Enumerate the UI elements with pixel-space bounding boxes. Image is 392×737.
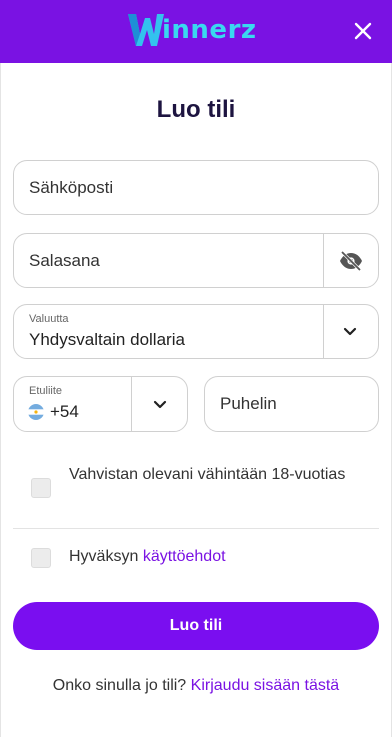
w-logo-icon [128,14,164,46]
page-title: Luo tili [156,96,236,123]
logo-text: innerz [162,15,257,45]
chevron-down-icon [343,327,357,336]
phone-prefix-value: +54 [50,402,79,421]
terms-link[interactable]: käyttöehdot [143,548,226,565]
terms-prefix: Hyväksyn [69,548,139,565]
login-question: Onko sinulla jo tili? [52,677,187,694]
phone-prefix-label: Etuliite [29,385,63,397]
email-input[interactable] [29,161,309,214]
phone-input[interactable] [220,377,370,431]
terms-label: Hyväksyn käyttöehdot [69,545,226,569]
divider [13,528,379,529]
phone-field-container [204,376,379,432]
eye-slash-icon[interactable] [339,250,363,272]
phone-prefix-divider [131,377,132,431]
argentina-flag-icon [28,404,44,420]
frame-border-left [0,63,1,737]
password-field-container [13,233,379,288]
email-field-container [13,160,379,215]
winnerz-logo[interactable]: innerz [126,10,257,50]
create-account-button[interactable]: Luo tili [13,602,379,650]
currency-label: Valuutta [29,313,69,325]
chevron-down-icon [153,400,167,409]
age-confirm-checkbox[interactable] [31,478,51,498]
password-input[interactable] [29,234,309,287]
login-link[interactable]: Kirjaudu sisään tästä [191,677,340,694]
currency-select[interactable]: Valuutta Yhdysvaltain dollaria [13,304,379,359]
top-bar: innerz [0,0,392,63]
close-icon[interactable] [352,20,374,42]
age-confirm-label: Vahvistan olevani vähintään 18-vuotias [69,466,346,483]
phone-prefix-select[interactable]: Etuliite +54 [13,376,188,432]
terms-checkbox[interactable] [31,548,51,568]
login-prompt: Onko sinulla jo tili? Kirjaudu sisään tä… [0,677,392,695]
password-divider [323,234,324,287]
currency-divider [323,305,324,358]
currency-value: Yhdysvaltain dollaria [29,330,185,349]
